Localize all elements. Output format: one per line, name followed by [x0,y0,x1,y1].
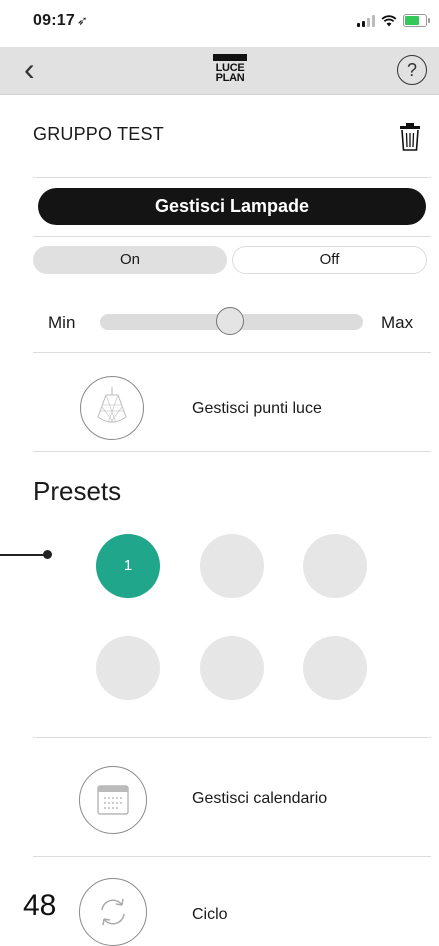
divider [33,451,431,452]
preset-2[interactable] [200,534,264,598]
cellular-signal-icon [357,14,375,27]
back-chevron-icon[interactable]: ‹ [24,53,35,85]
navigation-bar: ‹ LUCE PLAN ? [0,47,439,95]
calendar-icon [97,785,129,815]
divider [33,236,431,237]
light-points-label[interactable]: Gestisci punti luce [192,400,322,418]
help-icon[interactable]: ? [397,55,427,85]
slider-max-label: Max [381,313,414,332]
status-time: 09:17 ➶ [33,12,89,29]
divider [33,737,431,738]
luceplan-logo: LUCE PLAN [213,54,247,86]
preset-3[interactable] [303,534,367,598]
annotation-leader-line [0,554,47,556]
brightness-slider-thumb[interactable] [216,307,244,335]
calendar-label[interactable]: Gestisci calendario [192,790,327,808]
trash-icon[interactable] [399,122,421,152]
location-arrow-icon: ➶ [76,13,89,28]
cycle-button[interactable] [79,878,147,946]
group-title: GRUPPO TEST [33,124,164,144]
preset-5[interactable] [200,636,264,700]
divider [33,856,431,857]
pendant-lamp-icon [97,387,127,424]
power-on-button[interactable]: On [33,246,227,274]
divider [33,177,431,178]
preset-1[interactable]: 1 [96,534,160,598]
power-off-button[interactable]: Off [232,246,427,274]
battery-charging-icon [403,14,430,27]
status-icons [357,14,430,27]
preset-6[interactable] [303,636,367,700]
preset-4[interactable] [96,636,160,700]
light-points-button[interactable] [80,376,144,440]
annotation-leader-dot [43,550,52,559]
wifi-icon [381,14,397,26]
divider [33,352,431,353]
cycle-arrows-icon [101,898,125,926]
page-number: 48 [23,889,57,922]
slider-min-label: Min [48,313,76,332]
calendar-button[interactable] [79,766,147,834]
cycle-label[interactable]: Ciclo [192,906,228,924]
presets-title: Presets [33,476,122,506]
manage-lamps-button[interactable]: Gestisci Lampade [38,188,426,225]
